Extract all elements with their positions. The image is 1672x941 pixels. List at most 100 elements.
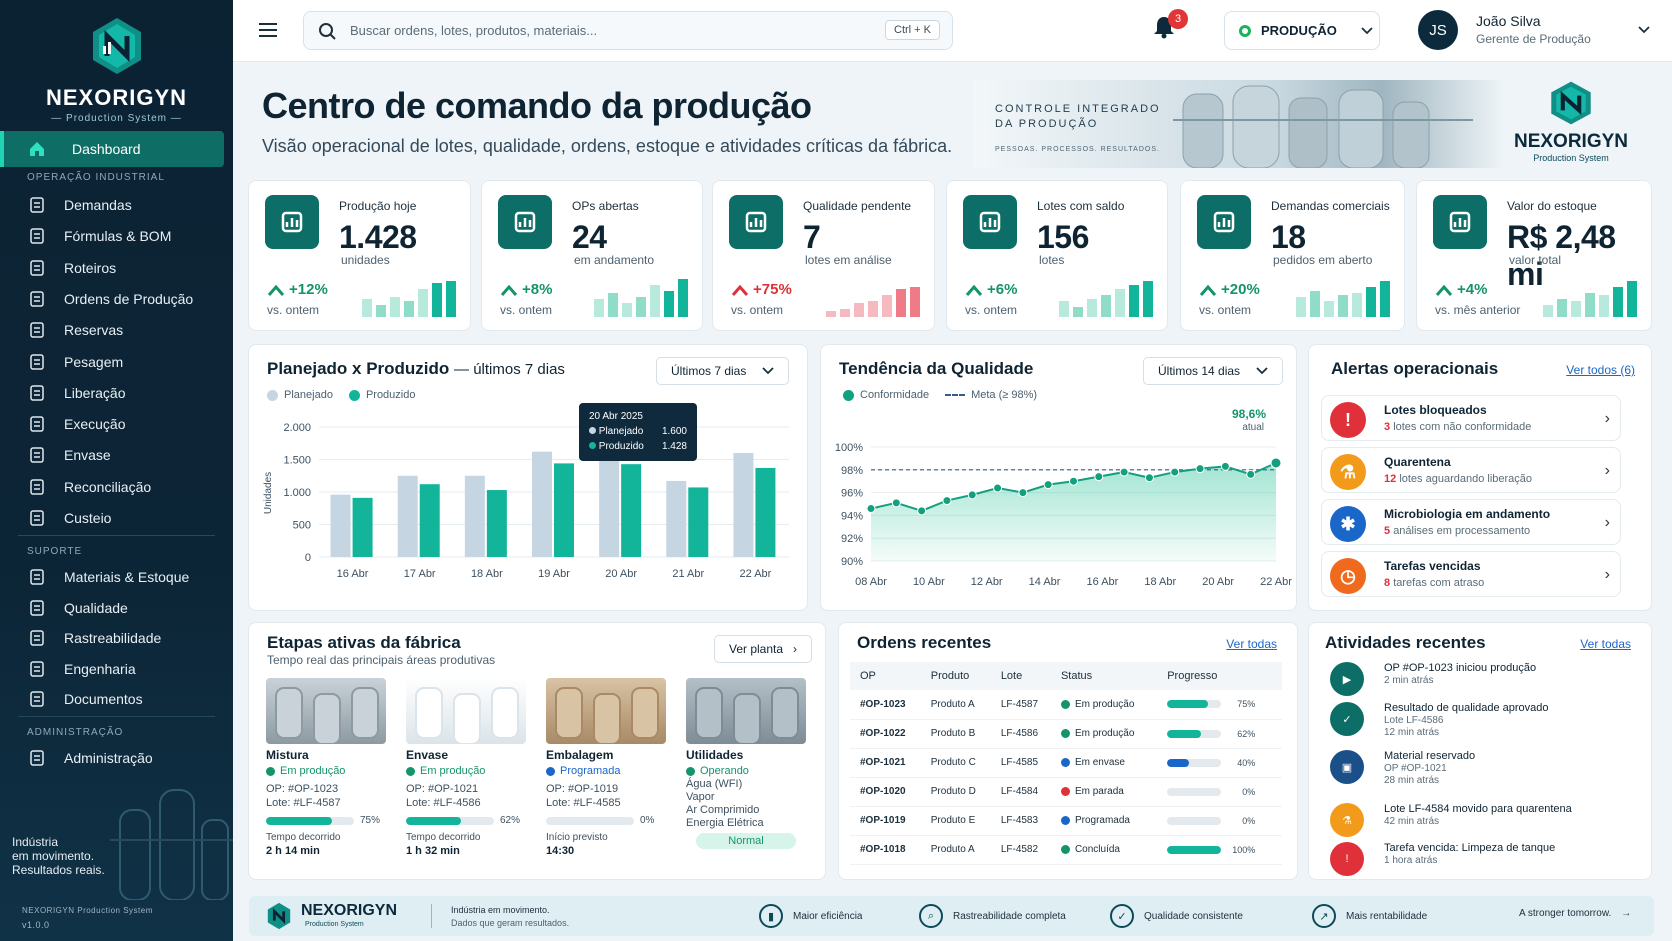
sidebar-item-execu-o[interactable]: Execução (28, 415, 125, 433)
sidebar-item-demandas[interactable]: Demandas (28, 196, 132, 214)
sidebar-item-f-rmulas-bom[interactable]: Fórmulas & BOM (28, 227, 171, 245)
data-point[interactable] (1195, 464, 1205, 474)
sparkline-bar (896, 289, 906, 317)
x-tick-label: 22 Abr (1260, 576, 1292, 588)
table-row[interactable]: #OP-1020 Produto D LF-4584 Em parada 0% (850, 777, 1282, 807)
data-point[interactable] (1170, 467, 1180, 477)
sidebar-item-envase[interactable]: Envase (28, 446, 111, 464)
sidebar-item-custeio[interactable]: Custeio (28, 509, 111, 527)
nexorigyn-logo-icon (92, 18, 141, 74)
bar-planejado[interactable] (330, 494, 351, 557)
data-point[interactable] (1119, 467, 1129, 477)
bar-planejado[interactable] (666, 480, 687, 557)
alert-item[interactable]: ⚗ Quarentena 12 lotes aguardando liberação… (1321, 447, 1621, 493)
table-row[interactable]: #OP-1021 Produto C LF-4585 Em envase 40% (850, 748, 1282, 778)
bar-planejado[interactable] (397, 475, 418, 557)
data-point[interactable] (993, 483, 1003, 493)
sidebar-item-materiais-estoque[interactable]: Materiais & Estoque (28, 568, 189, 586)
stage-card-embalagem[interactable]: Embalagem Programada OP: #OP-1019 Lote: #LF… (546, 678, 666, 857)
sidebar-item-dashboard[interactable]: Dashboard (0, 131, 224, 167)
sidebar-item-engenharia[interactable]: Engenharia (28, 660, 136, 678)
sparkline-bar (840, 309, 850, 317)
chevron-right-icon: › (1604, 566, 1610, 583)
sidebar-item-reservas[interactable]: Reservas (28, 321, 123, 339)
data-point[interactable] (967, 490, 977, 500)
kpi-card[interactable]: Valor do estoque R$ 2,48 mi valor total +4%… (1416, 180, 1652, 331)
status-label: Em produção (1074, 698, 1135, 710)
kpi-unit: lotes (1039, 253, 1065, 267)
legend-conformidade: Conformidade (843, 389, 929, 401)
cell-progress: 0% (1157, 777, 1282, 807)
sidebar-item-administra-o[interactable]: Administração (28, 749, 153, 767)
data-point[interactable] (866, 504, 876, 514)
alert-item[interactable]: ✱ Microbiologia em andamento 5 análises em… (1321, 499, 1621, 545)
alert-item[interactable]: ! Lotes bloqueados 3 lotes com não conform… (1321, 395, 1621, 441)
table-row[interactable]: #OP-1022 Produto B LF-4586 Em produção 62% (850, 719, 1282, 749)
data-point[interactable] (917, 506, 927, 516)
status-label: Em envase (1074, 757, 1125, 768)
footer-cta[interactable]: A stronger tomorrow. → (1519, 908, 1631, 919)
view-all-orders-link[interactable]: Ver todas (1226, 637, 1277, 651)
bar-planejado[interactable] (464, 475, 485, 557)
data-point[interactable] (1094, 472, 1104, 482)
search-input[interactable]: Buscar ordens, lotes, produtos, materiai… (303, 11, 953, 50)
kpi-card[interactable]: OPs abertas 24 em andamento +8% vs. ontem (481, 180, 703, 331)
bar-produzido[interactable] (419, 484, 440, 557)
bar-planejado[interactable] (532, 451, 552, 557)
avatar[interactable]: JS (1418, 10, 1458, 50)
data-point[interactable] (942, 496, 952, 506)
sidebar-item-documentos[interactable]: Documentos (28, 690, 143, 708)
alert-item[interactable]: ◷ Tarefas vencidas 8 tarefas com atraso › (1321, 551, 1621, 597)
cell-progress: 40% (1157, 748, 1282, 778)
bar-planejado[interactable] (733, 453, 754, 557)
sidebar-item-ordens-de-produ-o[interactable]: Ordens de Produção (28, 290, 193, 308)
sidebar-item-pesagem[interactable]: Pesagem (28, 353, 123, 371)
bar-produzido[interactable] (755, 467, 776, 557)
stage-card-mistura[interactable]: Mistura Em produção OP: #OP-1023 Lote: #LF-… (266, 678, 386, 857)
table-row[interactable]: #OP-1023 Produto A LF-4587 Em produção 75% (850, 690, 1282, 720)
stage-progress: 0% (546, 815, 666, 826)
data-point[interactable] (1043, 480, 1053, 490)
period-select-label: Últimos 14 dias (1158, 364, 1241, 378)
data-point[interactable] (1069, 476, 1078, 486)
sidebar-item-roteiros[interactable]: Roteiros (28, 259, 116, 277)
sidebar-item-reconcilia-o[interactable]: Reconciliação (28, 478, 151, 496)
kpi-card[interactable]: Demandas comerciais 18 pedidos em aberto +2… (1180, 180, 1405, 331)
kpi-card[interactable]: Produção hoje 1.428 unidades +12% vs. ontem (248, 180, 471, 331)
bar-produzido[interactable] (688, 487, 709, 557)
kpi-card[interactable]: Qualidade pendente 7 lotes em análise +75% v… (712, 180, 935, 331)
sidebar-item-libera-o[interactable]: Liberação (28, 384, 126, 402)
stage-card-envase[interactable]: Envase Em produção OP: #OP-1021 Lote: #LF-4… (406, 678, 526, 857)
table-row[interactable]: #OP-1019 Produto E LF-4583 Programada 0% (850, 806, 1282, 836)
sparkline-bar (664, 291, 674, 317)
period-select[interactable]: Últimos 7 dias (656, 357, 790, 385)
sidebar-item-rastreabilidade[interactable]: Rastreabilidade (28, 629, 161, 647)
stage-card-utilidades[interactable]: Utilidades Operando Água (WFI) Vapor Ar Comp… (686, 678, 806, 849)
chevron-down-icon[interactable] (1638, 26, 1650, 34)
view-all-activities-link[interactable]: Ver todas (1580, 637, 1631, 651)
sidebar-item-qualidade[interactable]: Qualidade (28, 599, 128, 617)
data-point[interactable] (1270, 457, 1282, 469)
bar-produzido[interactable] (621, 464, 642, 557)
view-plant-button[interactable]: Ver planta › (714, 635, 813, 663)
bar-produzido[interactable] (352, 497, 373, 557)
data-point[interactable] (1220, 461, 1230, 471)
bar-produzido[interactable] (554, 463, 574, 557)
kpi-card[interactable]: Lotes com saldo 156 lotes +6% vs. ontem (946, 180, 1168, 331)
data-point[interactable] (1018, 488, 1028, 498)
data-point[interactable] (1246, 469, 1256, 479)
environment-select[interactable]: PRODUÇÃO (1224, 11, 1380, 50)
period-select[interactable]: Últimos 14 dias (1143, 357, 1284, 385)
menu-icon[interactable] (259, 22, 277, 38)
sidebar-tagline: Indústria em movimento. Resultados reais… (12, 835, 105, 877)
stage-name: Utilidades (686, 748, 744, 762)
data-point[interactable] (891, 498, 901, 508)
bar-produzido[interactable] (486, 490, 507, 557)
bar-planejado[interactable] (599, 453, 620, 557)
trend-up-icon (1435, 284, 1453, 296)
data-point[interactable] (1144, 473, 1154, 483)
table-row[interactable]: #OP-1018 Produto A LF-4582 Concluída 100% (850, 835, 1282, 865)
view-all-alerts-link[interactable]: Ver todos (6) (1566, 363, 1635, 377)
sparkline-bar (362, 299, 372, 317)
kpi-label: Valor do estoque (1507, 199, 1597, 213)
